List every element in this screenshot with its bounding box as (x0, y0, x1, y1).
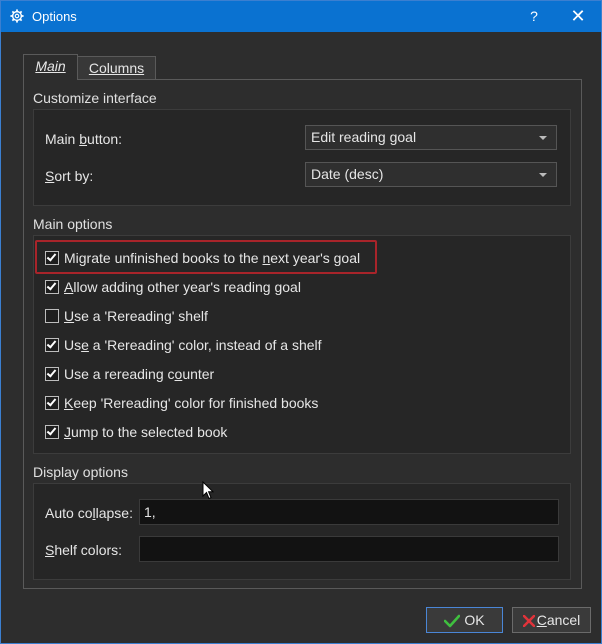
checkmark-icon (46, 251, 57, 262)
checkbox-label: Use a 'Rereading' shelf (64, 308, 208, 324)
checkmark-icon (46, 338, 57, 349)
close-button[interactable]: ✕ (567, 6, 589, 26)
sort-by-label: Sort by: (45, 168, 94, 184)
window-title: Options (32, 9, 77, 24)
options-dialog: Options ? ✕ Main Columns Customize inter… (0, 0, 602, 644)
display-options-group (33, 483, 571, 580)
cancel-button-label: Cancel (536, 612, 581, 628)
gear-icon (10, 9, 24, 23)
checkbox-square (45, 338, 59, 352)
sort-by-combo[interactable]: Date (desc) (305, 162, 557, 187)
checkbox-label: Migrate unfinished books to the next yea… (64, 250, 361, 266)
checkmark-icon (46, 367, 57, 378)
checkbox-square (45, 280, 59, 294)
check-icon (444, 614, 461, 628)
checkbox-label: Allow adding other year's reading goal (64, 279, 301, 295)
tab-main[interactable]: Main (23, 54, 78, 80)
checkbox-label: Use a 'Rereading' color, instead of a sh… (64, 337, 322, 353)
tab-columns[interactable]: Columns (77, 56, 156, 79)
ok-button[interactable]: OK (426, 607, 503, 633)
main-button-combo[interactable]: Edit reading goal (305, 125, 557, 150)
checkbox-label: Use a rereading counter (64, 366, 215, 382)
tab-columns-label: Columns (88, 60, 145, 76)
mouse-cursor-icon (202, 481, 214, 500)
checkbox-square (45, 396, 59, 410)
checkmark-icon (46, 425, 57, 436)
checkbox-square (45, 367, 59, 381)
checkbox-square (45, 309, 59, 323)
tab-main-label: Main (35, 58, 66, 74)
sort-by-value: Date (desc) (311, 166, 384, 182)
shelf-colors-input[interactable] (139, 536, 559, 562)
main-options-group-label: Main options (33, 216, 113, 232)
x-icon (522, 615, 535, 628)
checkbox-square (45, 251, 59, 265)
auto-collapse-label: Auto collapse: (45, 505, 133, 521)
checkmark-icon (46, 396, 57, 407)
auto-collapse-input[interactable]: 1, (139, 499, 559, 525)
customize-group-label: Customize interface (33, 90, 157, 106)
main-button-value: Edit reading goal (311, 129, 417, 145)
chevron-down-icon (539, 136, 547, 140)
shelf-colors-label: Shelf colors: (45, 542, 123, 558)
checkbox-square (45, 425, 59, 439)
main-button-label: Main button: (45, 131, 123, 147)
checkmark-icon (46, 280, 57, 291)
checkbox-label: Keep 'Rereading' color for finished book… (64, 395, 319, 411)
display-options-group-label: Display options (33, 464, 128, 480)
checkbox-label: Jump to the selected book (64, 424, 228, 440)
ok-button-label: OK (464, 612, 485, 628)
customize-group (33, 109, 571, 206)
cancel-button[interactable]: Cancel (512, 607, 591, 633)
chevron-down-icon (539, 173, 547, 177)
help-button[interactable]: ? (523, 6, 545, 26)
title-bar: Options ? ✕ (1, 1, 601, 32)
